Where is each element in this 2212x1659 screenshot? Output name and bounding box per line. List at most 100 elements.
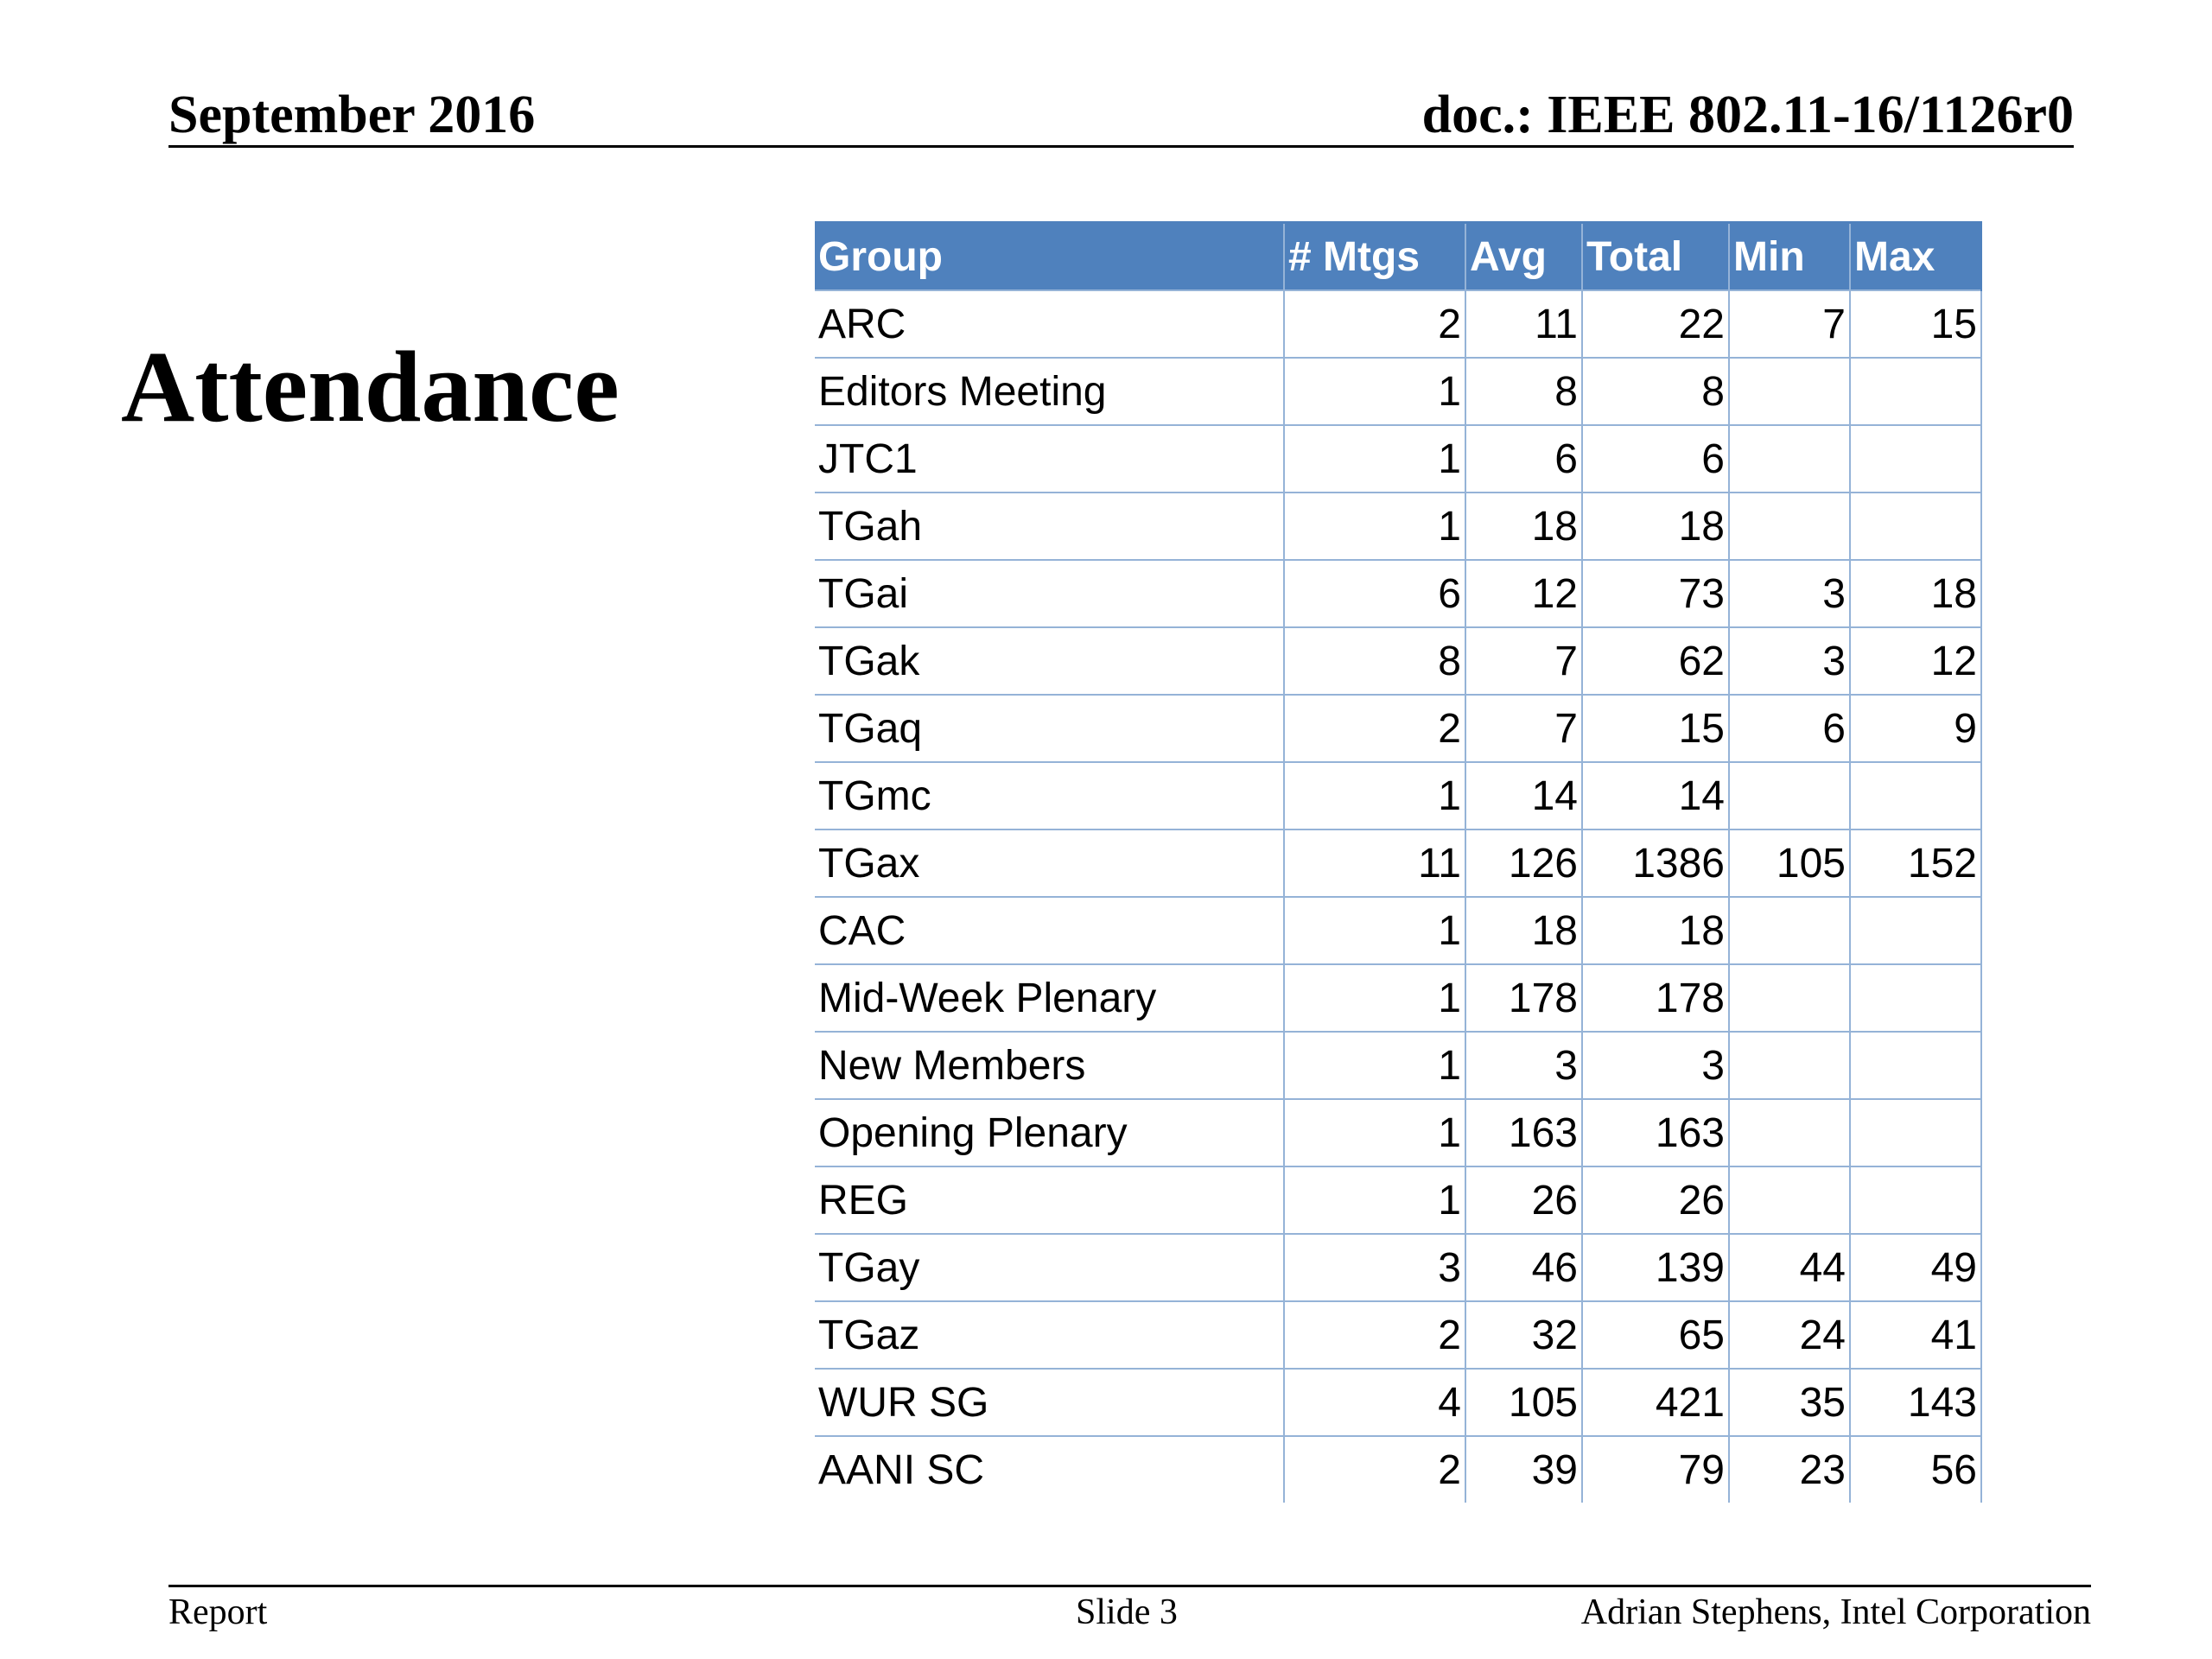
cell-avg: 39 [1465, 1435, 1583, 1503]
cell-mtgs: 1 [1284, 963, 1466, 1032]
cell-total: 62 [1582, 626, 1730, 695]
cell-mtgs: 3 [1284, 1233, 1466, 1301]
table-header-row: Group # Mtgs Avg Total Min Max [815, 221, 1982, 290]
cell-avg: 14 [1465, 761, 1583, 830]
table-row: ARC 2 11 22 7 15 [815, 289, 1982, 358]
cell-max: 41 [1850, 1300, 1982, 1369]
cell-group: Mid-Week Plenary [815, 963, 1285, 1032]
cell-group: TGak [815, 626, 1285, 695]
cell-total: 6 [1582, 424, 1730, 493]
cell-max: 152 [1850, 829, 1982, 897]
cell-avg: 18 [1465, 492, 1583, 560]
footer-author: Adrian Stephens, Intel Corporation [1580, 1592, 2091, 1632]
column-header-total: Total [1582, 221, 1730, 290]
cell-avg: 7 [1465, 694, 1583, 762]
cell-avg: 32 [1465, 1300, 1583, 1369]
cell-mtgs: 1 [1284, 1166, 1466, 1234]
cell-mtgs: 2 [1284, 1435, 1466, 1503]
cell-min [1729, 357, 1851, 425]
column-header-min: Min [1729, 221, 1851, 290]
cell-total: 18 [1582, 492, 1730, 560]
header-date: September 2016 [168, 86, 536, 144]
cell-group: TGai [815, 559, 1285, 627]
cell-total: 18 [1582, 896, 1730, 964]
cell-max: 9 [1850, 694, 1982, 762]
cell-min: 23 [1729, 1435, 1851, 1503]
cell-total: 3 [1582, 1031, 1730, 1099]
cell-max: 143 [1850, 1368, 1982, 1436]
cell-avg: 12 [1465, 559, 1583, 627]
cell-avg: 11 [1465, 289, 1583, 358]
cell-mtgs: 1 [1284, 424, 1466, 493]
table-row: Opening Plenary 1 163 163 [815, 1098, 1982, 1166]
cell-max: 15 [1850, 289, 1982, 358]
cell-total: 65 [1582, 1300, 1730, 1369]
cell-avg: 178 [1465, 963, 1583, 1032]
cell-max [1850, 424, 1982, 493]
table-row: CAC 1 18 18 [815, 896, 1982, 964]
cell-total: 178 [1582, 963, 1730, 1032]
cell-min [1729, 1166, 1851, 1234]
cell-mtgs: 1 [1284, 492, 1466, 560]
cell-max: 49 [1850, 1233, 1982, 1301]
cell-max [1850, 1166, 1982, 1234]
cell-avg: 105 [1465, 1368, 1583, 1436]
column-header-mtgs: # Mtgs [1284, 221, 1466, 290]
cell-mtgs: 1 [1284, 1031, 1466, 1099]
table-row: TGax 11 126 1386 105 152 [815, 829, 1982, 897]
cell-max: 12 [1850, 626, 1982, 695]
cell-total: 22 [1582, 289, 1730, 358]
cell-min [1729, 424, 1851, 493]
cell-total: 8 [1582, 357, 1730, 425]
cell-group: TGmc [815, 761, 1285, 830]
cell-min: 24 [1729, 1300, 1851, 1369]
cell-min: 105 [1729, 829, 1851, 897]
cell-mtgs: 2 [1284, 1300, 1466, 1369]
cell-min: 44 [1729, 1233, 1851, 1301]
attendance-table: Group # Mtgs Avg Total Min Max ARC 2 11 22 7… [815, 221, 1982, 1503]
cell-max: 56 [1850, 1435, 1982, 1503]
cell-min: 7 [1729, 289, 1851, 358]
table-row: TGaq 2 7 15 6 9 [815, 694, 1982, 762]
cell-max [1850, 761, 1982, 830]
cell-max: 18 [1850, 559, 1982, 627]
table-row: TGmc 1 14 14 [815, 761, 1982, 830]
footer-rule [168, 1585, 2091, 1587]
cell-total: 139 [1582, 1233, 1730, 1301]
header-rule [168, 145, 2074, 148]
page-title: Attendance [121, 330, 620, 443]
cell-min [1729, 761, 1851, 830]
cell-group: ARC [815, 289, 1285, 358]
cell-total: 14 [1582, 761, 1730, 830]
cell-mtgs: 4 [1284, 1368, 1466, 1436]
cell-group: REG [815, 1166, 1285, 1234]
header-doc-id: doc.: IEEE 802.11-16/1126r0 [1421, 86, 2074, 144]
cell-mtgs: 2 [1284, 694, 1466, 762]
table-row: TGak 8 7 62 3 12 [815, 626, 1982, 695]
table-row: TGay 3 46 139 44 49 [815, 1233, 1982, 1301]
cell-avg: 8 [1465, 357, 1583, 425]
cell-avg: 7 [1465, 626, 1583, 695]
table-row: AANI SC 2 39 79 23 56 [815, 1435, 1982, 1503]
cell-min: 3 [1729, 559, 1851, 627]
cell-group: Opening Plenary [815, 1098, 1285, 1166]
cell-total: 79 [1582, 1435, 1730, 1503]
column-header-avg: Avg [1465, 221, 1583, 290]
cell-group: TGah [815, 492, 1285, 560]
cell-min [1729, 1031, 1851, 1099]
cell-min: 3 [1729, 626, 1851, 695]
cell-mtgs: 2 [1284, 289, 1466, 358]
cell-total: 163 [1582, 1098, 1730, 1166]
cell-total: 26 [1582, 1166, 1730, 1234]
cell-avg: 3 [1465, 1031, 1583, 1099]
table-row: JTC1 1 6 6 [815, 424, 1982, 493]
cell-total: 15 [1582, 694, 1730, 762]
cell-group: JTC1 [815, 424, 1285, 493]
table-row: TGai 6 12 73 3 18 [815, 559, 1982, 627]
cell-max [1850, 963, 1982, 1032]
table-row: Mid-Week Plenary 1 178 178 [815, 963, 1982, 1032]
table-row: WUR SG 4 105 421 35 143 [815, 1368, 1982, 1436]
cell-total: 421 [1582, 1368, 1730, 1436]
footer-slide-number: Slide 3 [1076, 1592, 1178, 1632]
cell-group: TGaz [815, 1300, 1285, 1369]
